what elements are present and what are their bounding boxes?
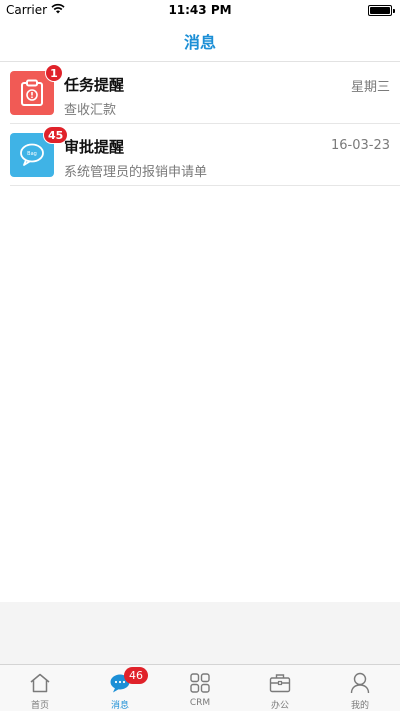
message-item-task-reminder[interactable]: 1 任务提醒 查收汇款 星期三	[10, 62, 400, 124]
tab-unread-badge: 46	[124, 667, 148, 684]
battery-icon	[368, 5, 395, 16]
home-icon	[28, 671, 52, 695]
page-title: 消息	[183, 32, 216, 52]
tab-label: 首页	[30, 701, 49, 711]
grid-icon	[188, 671, 212, 695]
user-icon	[348, 671, 372, 695]
tab-home[interactable]: 首页	[0, 665, 80, 711]
tab-label: 办公	[270, 701, 289, 711]
message-subtitle: 查收汇款	[64, 103, 117, 118]
tab-messages[interactable]: 消息 46	[80, 665, 160, 711]
nav-bar: 消息	[0, 20, 400, 62]
status-bar: Carrier 11:43 PM	[0, 0, 400, 20]
tab-office[interactable]: 办公	[240, 665, 320, 711]
svg-text:Bag: Bag	[27, 151, 37, 157]
message-title: 任务提醒	[64, 76, 125, 94]
tab-bar: 首页 消息 46 CRM 办公 我的	[0, 664, 400, 711]
message-time: 16-03-23	[330, 138, 390, 153]
tab-crm[interactable]: CRM	[160, 665, 240, 711]
tab-profile[interactable]: 我的	[320, 665, 400, 711]
message-time: 星期三	[350, 80, 390, 95]
tab-label: 消息	[110, 701, 129, 711]
tab-label: 我的	[350, 701, 369, 711]
content-footer-area	[0, 602, 400, 664]
tab-label: CRM	[189, 698, 211, 708]
unread-badge: 1	[45, 64, 63, 82]
briefcase-icon	[268, 671, 292, 695]
message-title: 审批提醒	[64, 138, 125, 156]
message-list: 1 任务提醒 查收汇款 星期三 Bag 45 审批提醒 系统管理员的报销申请单 …	[0, 62, 400, 186]
status-time: 11:43 PM	[168, 3, 232, 17]
message-item-approval-reminder[interactable]: Bag 45 审批提醒 系统管理员的报销申请单 16-03-23	[10, 124, 400, 186]
message-subtitle: 系统管理员的报销申请单	[64, 165, 208, 180]
